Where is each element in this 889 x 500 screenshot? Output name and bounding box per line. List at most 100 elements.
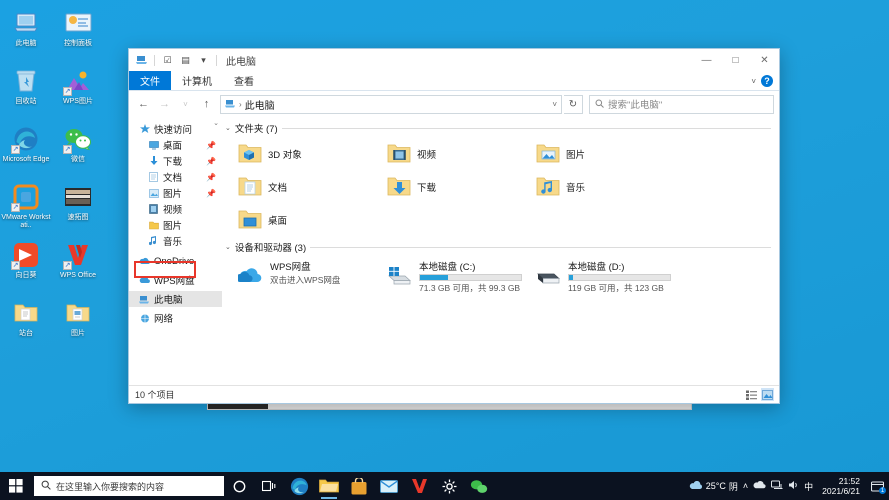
settings-icon[interactable] — [434, 472, 464, 500]
sidebar-item-downloads[interactable]: 下载 📌 — [129, 153, 222, 169]
desktop-icon-wps-office[interactable]: ↗ WPS Office — [52, 236, 104, 294]
folder-item-3d-objects[interactable]: 3D 对象 — [222, 137, 371, 170]
onedrive-tray-icon[interactable] — [753, 481, 766, 491]
desktop-icon-control-panel[interactable]: 控制面板 — [52, 4, 104, 62]
details-view-button[interactable] — [745, 388, 758, 401]
folder-item-videos[interactable]: 视频 — [371, 137, 520, 170]
show-hidden-icons-button[interactable]: ˄ — [743, 481, 748, 491]
pin-icon[interactable]: 📌 — [206, 173, 216, 182]
weather-indicator[interactable]: 25°C 阴 — [689, 480, 738, 493]
recent-locations-button[interactable]: ˅ — [176, 95, 195, 114]
wechat-icon[interactable] — [464, 472, 494, 500]
tab-computer[interactable]: 计算机 — [171, 71, 223, 90]
folder-desktop-icon — [238, 209, 262, 231]
notification-center-icon[interactable]: 1 — [869, 476, 886, 496]
sidebar-item-documents[interactable]: 文档 📌 — [129, 169, 222, 185]
microsoft-store-icon[interactable] — [344, 472, 374, 500]
address-input[interactable]: › 此电脑 ˅ — [220, 94, 562, 114]
title-bar[interactable]: ☑ ▤ ▾ 此电脑 — □ ✕ — [129, 49, 779, 71]
chevron-down-icon[interactable]: ⌄ — [225, 243, 231, 251]
desktop-icon-sunlogin[interactable]: ↗ 向日葵 — [0, 236, 52, 294]
pin-icon[interactable]: 📌 — [206, 189, 216, 198]
sidebar-item-videos[interactable]: 视频 — [129, 201, 222, 217]
documents-icon — [148, 172, 159, 183]
sidebar-item-music[interactable]: 音乐 — [129, 233, 222, 249]
folder-item-documents[interactable]: 文档 — [222, 170, 371, 203]
sidebar-item-quick-access[interactable]: 快速访问 — [129, 121, 222, 137]
start-icon[interactable] — [0, 472, 32, 500]
close-button[interactable]: ✕ — [750, 49, 779, 71]
properties-icon[interactable]: ☑ — [160, 53, 175, 68]
desktop-icon-wechat[interactable]: ↗ 微信 — [52, 120, 104, 178]
task-view-icon[interactable] — [254, 472, 284, 500]
group-header-devices[interactable]: ⌄ 设备和驱动器 (3) — [222, 240, 779, 254]
computer-icon — [11, 8, 41, 38]
up-button[interactable]: ↑ — [197, 95, 216, 114]
sidebar-item-onedrive[interactable]: OneDrive — [129, 253, 222, 269]
search-input[interactable]: 搜索"此电脑" — [589, 94, 774, 114]
back-button[interactable]: ← — [134, 95, 153, 114]
pin-icon[interactable]: 📌 — [206, 141, 216, 150]
sidebar-item-this-pc[interactable]: 此电脑 — [129, 291, 222, 307]
sidebar-item-pictures-folder[interactable]: 图片 — [129, 217, 222, 233]
desktop-icon-edge[interactable]: ↗ Microsoft Edge — [0, 120, 52, 178]
clock[interactable]: 21:52 2021/6/21 — [818, 476, 864, 496]
this-pc-icon[interactable] — [134, 53, 149, 68]
large-icons-view-button[interactable] — [761, 388, 774, 401]
mail-icon[interactable] — [374, 472, 404, 500]
drive-item-d[interactable]: 本地磁盘 (D:) 119 GB 可用，共 123 GB — [520, 256, 671, 293]
customize-toolbar-icon[interactable]: ▾ — [196, 53, 211, 68]
desktop-icon-vmware[interactable]: ↗ VMware Workstati.. — [0, 178, 52, 236]
sidebar-item-wps-cloud[interactable]: WPS网盘 — [129, 272, 222, 288]
breadcrumb-separator: › — [239, 99, 242, 109]
group-header-folders[interactable]: ⌄ 文件夹 (7) — [222, 121, 779, 135]
drive-item-wps-cloud[interactable]: WPS网盘 双击进入WPS网盘 — [222, 256, 371, 292]
desktop-icon-app[interactable]: 速拓图 — [52, 178, 104, 236]
wps-office-icon[interactable] — [404, 472, 434, 500]
help-icon[interactable]: ? — [761, 75, 773, 87]
address-dropdown-icon[interactable]: ˅ — [552, 100, 557, 109]
desktop-icon-label: Microsoft Edge — [2, 156, 50, 163]
desktop-icon-this-pc[interactable]: 此电脑 — [0, 4, 52, 62]
sidebar-item-network[interactable]: 网络 — [129, 310, 222, 326]
volume-icon[interactable] — [788, 480, 799, 492]
desktop[interactable]: 此电脑 控制面板 回收站 ↗ WPS图片 ↗ Microsoft Edge ↗ … — [0, 0, 889, 500]
tab-file[interactable]: 文件 — [129, 71, 171, 90]
maximize-button[interactable]: □ — [721, 49, 750, 71]
app-icon — [63, 182, 93, 212]
drive-item-c[interactable]: 本地磁盘 (C:) 71.3 GB 可用，共 99.3 GB — [371, 256, 522, 293]
ime-indicator[interactable]: 中 — [804, 480, 813, 493]
folder-videos-icon — [387, 143, 411, 165]
folder-item-pictures[interactable]: 图片 — [520, 137, 669, 170]
breadcrumb[interactable]: 此电脑 — [245, 97, 275, 112]
shortcut-overlay-icon: ↗ — [11, 145, 20, 154]
wps-photo-icon: ↗ — [63, 66, 93, 96]
sidebar-item-desktop[interactable]: 桌面 📌 — [129, 137, 222, 153]
refresh-button[interactable]: ↻ — [564, 94, 583, 114]
pin-icon[interactable]: 📌 — [206, 157, 216, 166]
desktop-icon-recycle-bin[interactable]: 回收站 — [0, 62, 52, 120]
taskbar-search-input[interactable]: 在这里输入你要搜索的内容 — [34, 476, 224, 496]
forward-button[interactable]: → — [155, 95, 174, 114]
folder-item-music[interactable]: 音乐 — [520, 170, 669, 203]
desktop-icon-wps-photo[interactable]: ↗ WPS图片 — [52, 62, 104, 120]
new-folder-icon[interactable]: ▤ — [178, 53, 193, 68]
network-icon[interactable] — [771, 480, 783, 492]
chevron-down-icon[interactable]: ˅ — [751, 77, 756, 86]
edge-icon[interactable] — [284, 472, 314, 500]
quick-access-toolbar: ☑ ▤ ▾ 此电脑 — [134, 53, 256, 68]
folder-item-desktop[interactable]: 桌面 — [222, 203, 371, 236]
minimize-button[interactable]: — — [692, 49, 721, 71]
shortcut-overlay-icon: ↗ — [63, 261, 72, 270]
desktop-icon-folder-2[interactable]: 图片 — [52, 294, 104, 352]
file-explorer-icon[interactable] — [314, 472, 344, 500]
content-pane[interactable]: ⌄ 文件夹 (7) 3D 对象 视频 图片 文档 下载 音乐 桌面 ⌄ 设备和驱… — [222, 117, 779, 385]
sidebar-item-pictures[interactable]: 图片 📌 — [129, 185, 222, 201]
desktop-icon-folder-1[interactable]: 站台 — [0, 294, 52, 352]
tab-view[interactable]: 查看 — [223, 71, 265, 90]
folder-item-downloads[interactable]: 下载 — [371, 170, 520, 203]
cortana-icon[interactable] — [224, 472, 254, 500]
file-explorer-window[interactable]: ☑ ▤ ▾ 此电脑 — □ ✕ 文件 计算机 查看 ˅ ? ← → ˅ ↑ › … — [128, 48, 780, 404]
sidebar-item-label: 图片 — [163, 189, 183, 200]
chevron-down-icon[interactable]: ⌄ — [225, 124, 231, 132]
